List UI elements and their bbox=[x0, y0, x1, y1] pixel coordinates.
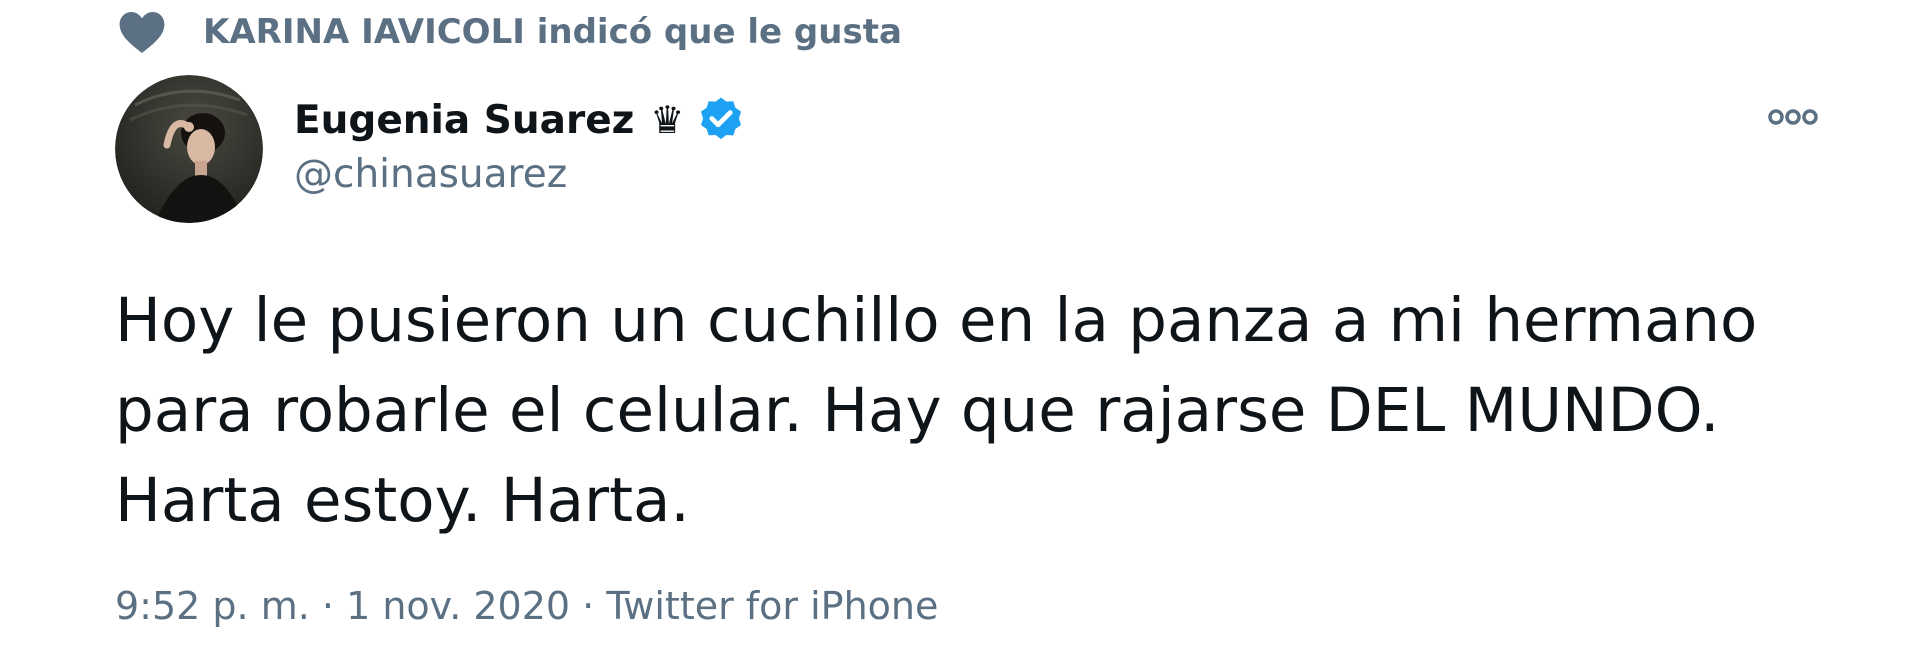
avatar[interactable] bbox=[115, 75, 263, 223]
meta-separator: · bbox=[321, 584, 334, 628]
social-context[interactable]: KARINA IAVICOLI indicó que le gusta bbox=[117, 8, 902, 56]
author-display-name[interactable]: Eugenia Suarez bbox=[294, 98, 634, 143]
tweet-timestamp-time[interactable]: 9:52 p. m. bbox=[115, 584, 310, 628]
meta-separator: · bbox=[582, 584, 595, 628]
name-row: Eugenia Suarez ♛ bbox=[294, 92, 746, 148]
more-options-button[interactable] bbox=[1765, 100, 1821, 134]
social-context-text: KARINA IAVICOLI indicó que le gusta bbox=[203, 12, 902, 52]
verified-badge-icon bbox=[701, 97, 742, 140]
more-options-icon bbox=[1768, 109, 1818, 125]
tweet-text: Hoy le pusieron un cuchillo en la panza … bbox=[115, 285, 1758, 536]
tweet-timestamp-date[interactable]: 1 nov. 2020 bbox=[346, 584, 570, 628]
tweet-source-link[interactable]: Twitter for iPhone bbox=[606, 584, 938, 628]
tweet-header: Eugenia Suarez ♛ @chinasuarez bbox=[294, 92, 746, 197]
heart-icon bbox=[119, 12, 165, 53]
tweet-metadata: 9:52 p. m. · 1 nov. 2020 · Twitter for i… bbox=[115, 584, 938, 628]
crown-icon: ♛ bbox=[650, 98, 685, 142]
author-handle[interactable]: @chinasuarez bbox=[294, 152, 746, 197]
